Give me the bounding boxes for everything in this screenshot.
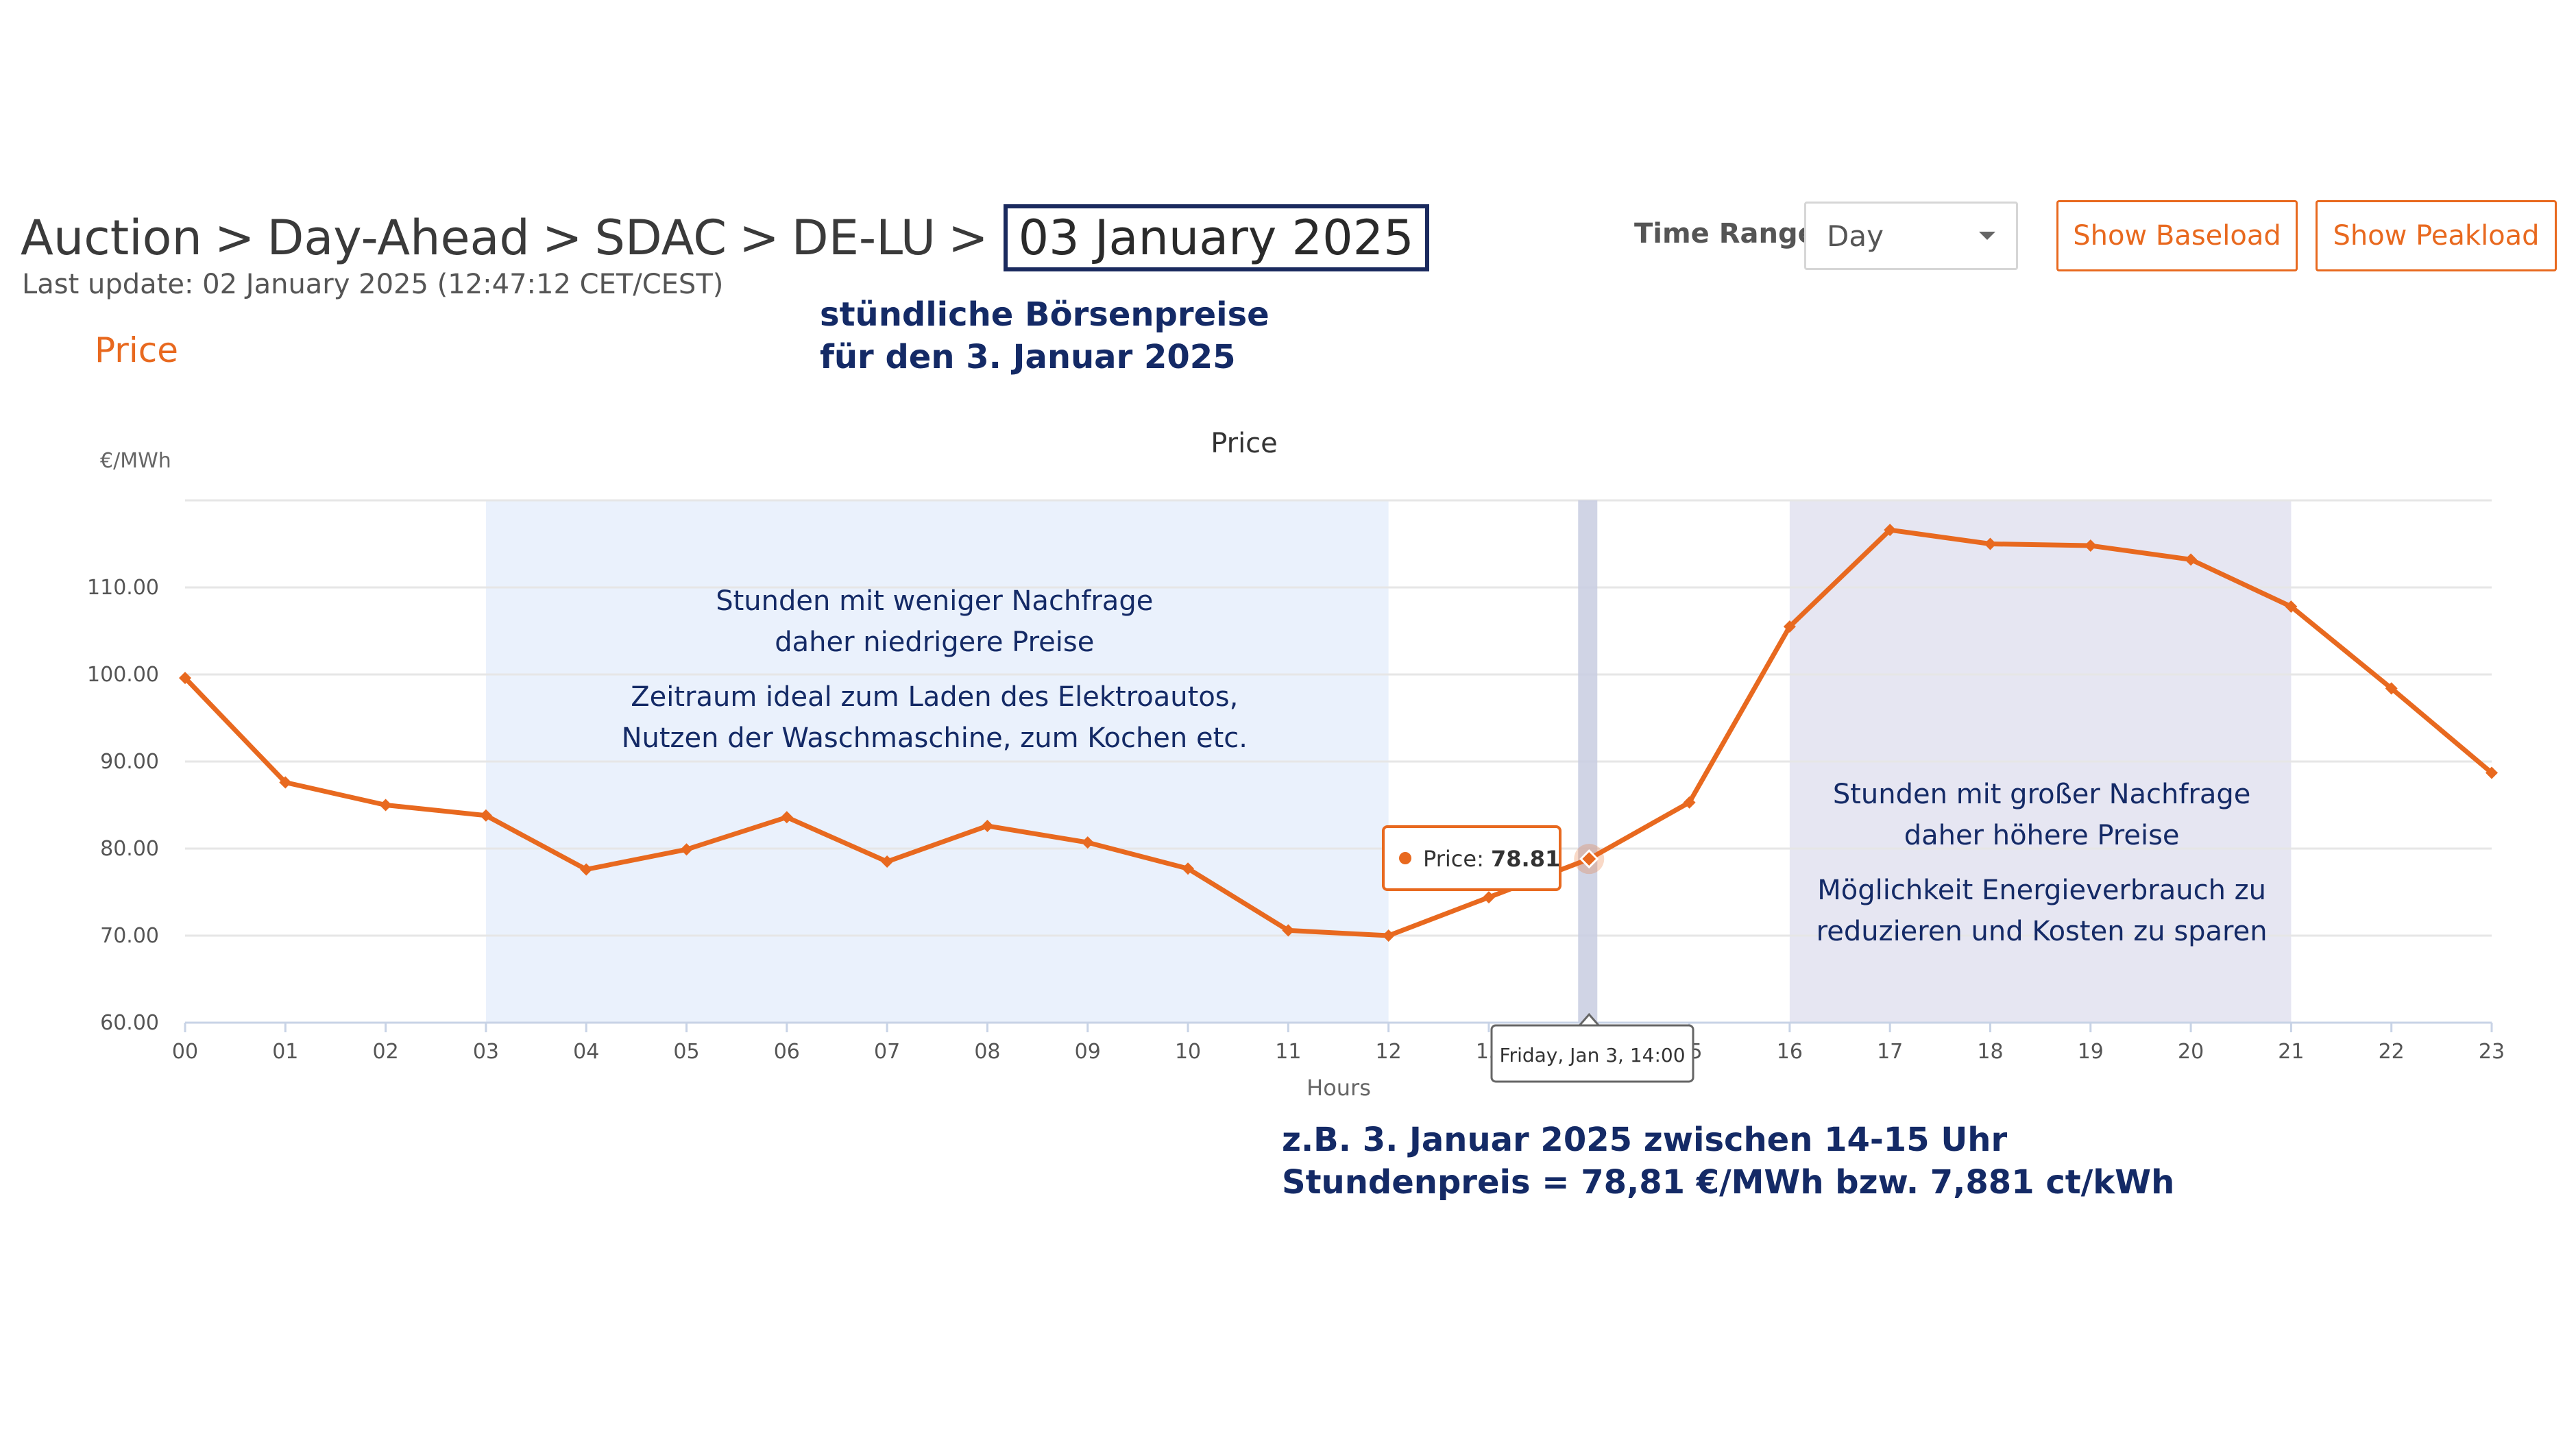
y-tick-label: 100.00 [87, 663, 159, 687]
y-tick-label: 80.00 [100, 837, 159, 861]
x-tick-label: 02 [373, 1040, 399, 1064]
hover-highlight [1578, 500, 1598, 1023]
chart-axes: 0001020304050607080910111213141516171819… [172, 1021, 2505, 1064]
band-annotation-low: daher niedrigere Preise [775, 626, 1094, 658]
tooltip-colon: : [1477, 846, 1491, 872]
x-tick-label: 23 [2479, 1040, 2505, 1064]
hover-band [1578, 500, 1598, 1023]
band-annotation-low: Zeitraum ideal zum Laden des Elektroauto… [631, 681, 1238, 713]
x-axis-label: Hours [1307, 1075, 1371, 1101]
chart-title: Price [1211, 428, 1278, 459]
x-tick-label: 21 [2278, 1040, 2304, 1064]
x-tick-label: 05 [673, 1040, 699, 1064]
x-tick-label: 06 [774, 1040, 800, 1064]
band-annotation-high: reduzieren und Kosten zu sparen [1816, 916, 2268, 947]
price-point [1482, 891, 1495, 904]
x-tick-label: 12 [1376, 1040, 1402, 1064]
x-tick-label: 08 [974, 1040, 1000, 1064]
tooltip-label: Price [1423, 846, 1477, 872]
tooltip-value: 78.81 [1491, 846, 1560, 872]
y-tick-label: 90.00 [100, 750, 159, 774]
x-tick-label: 17 [1877, 1040, 1903, 1064]
tooltip-marker [1399, 852, 1411, 864]
band-annotation-low: Stunden mit weniger Nachfrage [716, 585, 1153, 617]
x-tick-label: 19 [2078, 1040, 2104, 1064]
band-annotation-high: Möglichkeit Energieverbrauch zu [1817, 875, 2266, 906]
price-point [379, 799, 392, 812]
x-tick-label: 11 [1275, 1040, 1301, 1064]
x-tick-label: 10 [1175, 1040, 1201, 1064]
price-tooltip: Price: 78.81 Friday, Jan 3, 14:00 [1382, 825, 1694, 1083]
y-tick-label: 60.00 [100, 1011, 159, 1035]
tooltip-text: Price: 78.81 [1423, 846, 1560, 872]
price-chart[interactable]: 60.00 70.00 80.00 90.00 100.00 110.00 Stunden… [0, 0, 2576, 1449]
band-annotation-high: Stunden mit großer Nachfrage [1833, 779, 2251, 810]
x-tick-label: 16 [1777, 1040, 1803, 1064]
y-axis-label: €/MWh [100, 449, 171, 473]
x-tick-label: 20 [2178, 1040, 2204, 1064]
x-tick-label: 07 [874, 1040, 900, 1064]
x-tick-label: 01 [272, 1040, 298, 1064]
y-tick-label: 70.00 [100, 924, 159, 948]
band-annotation-low: Nutzen der Waschmaschine, zum Kochen etc… [622, 722, 1248, 754]
x-tick-label: 09 [1075, 1040, 1101, 1064]
time-tooltip-text: Friday, Jan 3, 14:00 [1499, 1044, 1685, 1067]
x-tick-label: 18 [1977, 1040, 2003, 1064]
x-tick-label: 22 [2379, 1040, 2405, 1064]
x-tick-label: 04 [573, 1040, 599, 1064]
x-tick-label: 00 [172, 1040, 198, 1064]
band-annotation-high: daher höhere Preise [1904, 820, 2180, 851]
x-tick-label: 03 [473, 1040, 499, 1064]
y-tick-label: 110.00 [87, 576, 159, 600]
